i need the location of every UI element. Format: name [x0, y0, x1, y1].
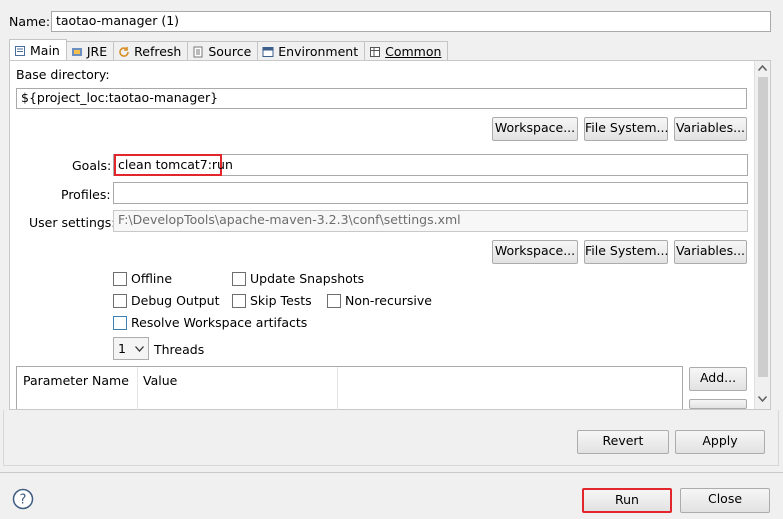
threads-value: 1 — [118, 341, 126, 356]
source-icon — [193, 46, 203, 57]
threads-label: Threads — [154, 342, 205, 357]
goals-highlight: clean tomcat7:run — [114, 154, 233, 176]
user-settings-input[interactable]: F:\DevelopTools\apache-maven-3.2.3\conf\… — [113, 210, 748, 232]
svg-text:?: ? — [20, 493, 27, 508]
vertical-scrollbar[interactable] — [754, 61, 770, 409]
tab-source[interactable]: Source — [187, 41, 259, 61]
column-header-value[interactable]: Value — [143, 373, 177, 388]
tab-jre[interactable]: JRE — [65, 41, 115, 61]
edit-parameter-button-partial[interactable] — [689, 399, 747, 409]
profiles-input[interactable] — [113, 182, 748, 204]
settings-file-system-button[interactable]: File System... — [584, 240, 668, 264]
name-label: Name: — [9, 14, 51, 29]
scrollbar-thumb[interactable] — [758, 77, 768, 377]
apply-button[interactable]: Apply — [675, 430, 765, 454]
main-tab-icon — [15, 45, 25, 56]
update-snapshots-label: Update Snapshots — [250, 271, 365, 286]
name-input[interactable]: taotao-manager (1) — [51, 11, 771, 32]
close-button[interactable]: Close — [680, 488, 770, 513]
tab-source-label: Source — [208, 44, 252, 59]
settings-workspace-button[interactable]: Workspace... — [492, 240, 578, 264]
profiles-label: Profiles: — [61, 187, 111, 202]
update-snapshots-checkbox[interactable]: Update Snapshots — [232, 271, 364, 286]
tab-bar: Main JRE Refresh Source Environment Comm… — [9, 39, 449, 61]
parameter-table[interactable]: Parameter Name Value — [16, 366, 683, 410]
tab-environment[interactable]: Environment — [257, 41, 366, 61]
column-divider — [337, 367, 338, 410]
scroll-up-icon[interactable] — [758, 65, 767, 71]
common-icon — [370, 46, 381, 57]
settings-variables-button[interactable]: Variables... — [674, 240, 747, 264]
offline-checkbox[interactable]: Offline — [113, 271, 172, 286]
user-settings-label: User settings: — [29, 215, 116, 230]
environment-icon — [262, 46, 274, 57]
non-recursive-box[interactable] — [327, 293, 341, 308]
tab-refresh[interactable]: Refresh — [113, 41, 189, 61]
chevron-down-icon — [135, 345, 144, 352]
resolve-workspace-box[interactable] — [113, 315, 127, 330]
tab-common[interactable]: Common — [364, 41, 449, 61]
tab-main-label: Main — [30, 43, 60, 58]
skip-tests-label: Skip Tests — [250, 293, 312, 308]
tab-jre-label: JRE — [86, 44, 108, 59]
add-parameter-button[interactable]: Add... — [689, 367, 747, 391]
footer-separator — [0, 472, 783, 473]
threads-select[interactable]: 1 — [113, 337, 149, 360]
scroll-down-icon[interactable] — [758, 396, 767, 402]
base-directory-label: Base directory: — [16, 67, 110, 82]
base-workspace-button[interactable]: Workspace... — [492, 117, 578, 141]
offline-label: Offline — [131, 271, 173, 286]
resolve-workspace-checkbox[interactable]: Resolve Workspace artifacts — [113, 315, 307, 330]
debug-output-box[interactable] — [113, 293, 127, 308]
column-divider — [137, 367, 138, 410]
tab-refresh-label: Refresh — [134, 44, 182, 59]
revert-button[interactable]: Revert — [577, 430, 669, 454]
resolve-workspace-label: Resolve Workspace artifacts — [131, 315, 308, 330]
jre-icon — [71, 47, 82, 56]
run-button[interactable]: Run — [582, 488, 672, 513]
debug-output-checkbox[interactable]: Debug Output — [113, 293, 220, 308]
base-directory-input[interactable]: ${project_loc:taotao-manager} — [16, 88, 747, 109]
goals-label: Goals: — [72, 158, 112, 173]
debug-output-label: Debug Output — [131, 293, 220, 308]
base-variables-button[interactable]: Variables... — [674, 117, 747, 141]
base-file-system-button[interactable]: File System... — [584, 117, 668, 141]
non-recursive-label: Non-recursive — [345, 293, 432, 308]
column-header-parameter-name[interactable]: Parameter Name — [23, 373, 129, 388]
skip-tests-checkbox[interactable]: Skip Tests — [232, 293, 312, 308]
non-recursive-checkbox[interactable]: Non-recursive — [327, 293, 432, 308]
tab-common-label: Common — [385, 44, 442, 59]
help-icon[interactable]: ? — [12, 488, 34, 510]
tab-environment-label: Environment — [278, 44, 359, 59]
offline-box[interactable] — [113, 271, 127, 286]
skip-tests-box[interactable] — [232, 293, 246, 308]
refresh-icon — [119, 46, 129, 57]
tab-main[interactable]: Main — [9, 39, 67, 61]
update-snapshots-box[interactable] — [232, 271, 246, 286]
